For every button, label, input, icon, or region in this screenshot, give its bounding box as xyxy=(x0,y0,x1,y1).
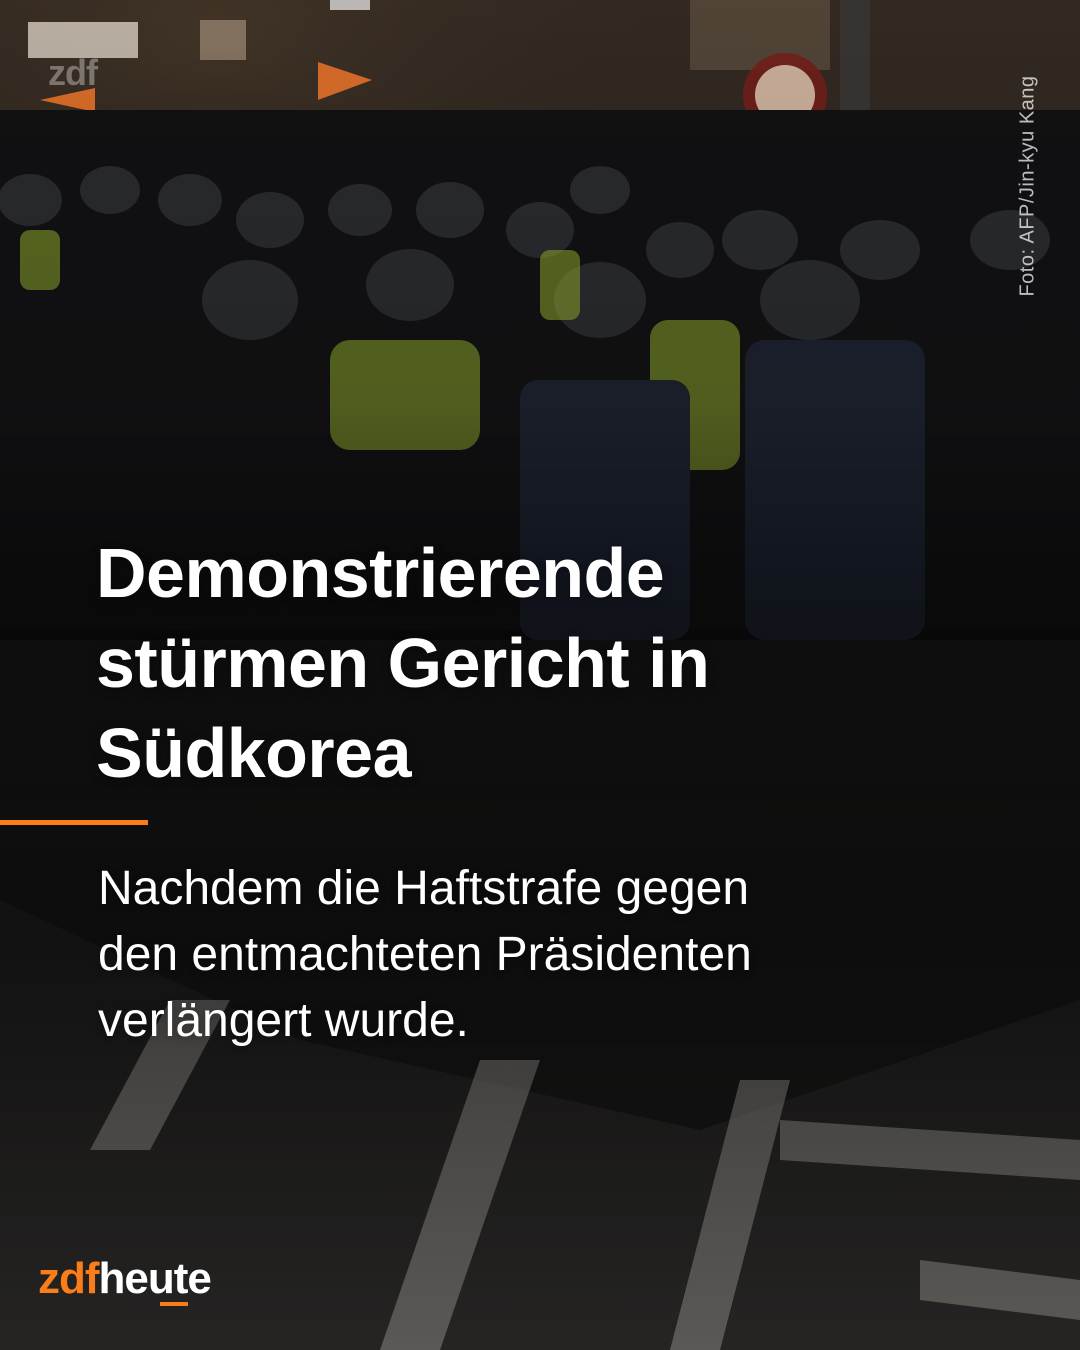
headline-line: Demonstrierende xyxy=(96,534,665,612)
headline-line: Südkorea xyxy=(96,714,412,792)
zdf-watermark-logo: zdf xyxy=(48,52,98,93)
logo-underline xyxy=(160,1302,188,1306)
social-post: zdf Foto: AFP/Jin-kyu Kang Demonstrieren… xyxy=(0,0,1080,1350)
photo-credit: Foto: AFP/Jin-kyu Kang xyxy=(1016,75,1039,297)
logo-zdf: zdf xyxy=(38,1254,100,1303)
zdfheute-logo: zdfheute xyxy=(38,1254,212,1314)
logo-heute: heute xyxy=(98,1254,212,1303)
accent-divider xyxy=(0,820,148,825)
headline: Demonstrierende stürmen Gericht in Südko… xyxy=(96,528,996,798)
headline-line: stürmen Gericht in xyxy=(96,624,710,702)
subline-line: Nachdem die Haftstrafe gegen xyxy=(98,862,750,915)
subline: Nachdem die Haftstrafe gegen den entmach… xyxy=(98,856,1018,1054)
subline-line: verlängert wurde. xyxy=(98,994,469,1047)
subline-line: den entmachteten Präsidenten xyxy=(98,928,752,981)
